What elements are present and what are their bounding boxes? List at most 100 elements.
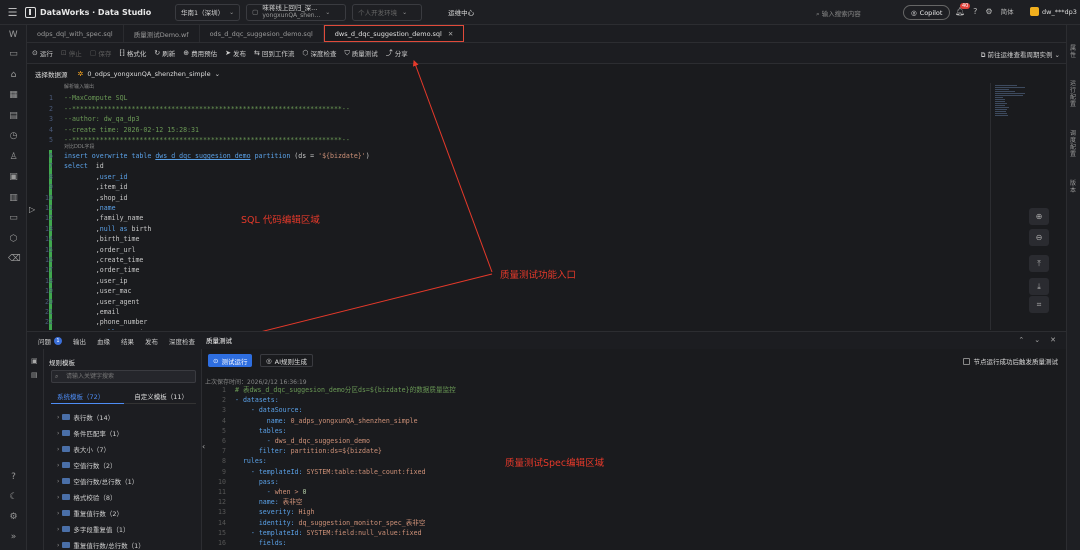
publish-button[interactable]: ➤ 发布 xyxy=(225,48,246,58)
tab-odps-dql[interactable]: odps_dql_with_spec.sql xyxy=(27,25,124,42)
cube-icon[interactable]: ⬡ xyxy=(8,234,19,245)
tab-quality-test[interactable]: 质量测试 xyxy=(206,332,232,350)
help-icon[interactable]: ? xyxy=(8,472,19,483)
format-button[interactable]: ⁅⁆ 格式化 xyxy=(119,48,146,58)
rightbar-item[interactable]: 调度配置 xyxy=(1070,130,1078,158)
parse-io-hint[interactable]: 解析输入输出 xyxy=(64,83,94,90)
seg-system-templates[interactable]: 系统模板（72） xyxy=(57,391,104,401)
dataworks-icon[interactable]: Ꮃ xyxy=(8,30,19,41)
ops-center-link[interactable]: 运维中心 xyxy=(448,7,474,17)
rule-category-item[interactable]: › 重复值行数（2） xyxy=(57,508,123,519)
tab-output[interactable]: 输出 xyxy=(73,332,86,350)
user-menu[interactable]: dw_***dp3 xyxy=(1030,7,1077,16)
env-dropdown[interactable]: 个人开发环境 ⌄ xyxy=(352,3,423,21)
trash-icon[interactable]: ⌫ xyxy=(8,254,21,265)
settings-icon[interactable]: ⚙ xyxy=(985,7,992,16)
gear-icon[interactable]: ⚙ xyxy=(8,512,19,523)
region-dropdown[interactable]: 华南1（深圳） ⌄ xyxy=(175,3,241,21)
code-token: partition xyxy=(250,152,295,160)
lang-switch[interactable]: 简体 xyxy=(1001,6,1014,16)
chevron-down-icon[interactable]: ⌄ xyxy=(1034,336,1040,344)
deep-check-button[interactable]: ⬡ 深度检查 xyxy=(302,48,336,58)
quality-test-button[interactable]: ⛉ 质量测试 xyxy=(344,48,377,59)
tab-ods-suggesion[interactable]: ods_d_dqc_suggesion_demo.sql xyxy=(200,25,324,42)
rule-category-item[interactable]: › 条件匹配率（1） xyxy=(57,428,123,439)
rule-category-item[interactable]: › 空值行数/总行数（1） xyxy=(57,476,138,487)
rule-category-item[interactable]: › 空值行数（2） xyxy=(57,460,117,471)
trigger-checkbox[interactable]: 节点运行成功后触发质量测试 xyxy=(962,356,1058,366)
workspace-dropdown[interactable]: ▢ 味蒋线上回归_深... yongxunQA_shen... ⌄ xyxy=(246,3,347,21)
ai-rule-button[interactable]: ◎ AI规则生成 xyxy=(260,354,314,367)
datasource-select[interactable]: ✲ 0_odps_yongxunQA_shenzhen_simple ⌄ xyxy=(78,70,221,78)
tab-lineage[interactable]: 血缘 xyxy=(97,332,110,350)
scroll-bottom-icon[interactable]: ⤓ xyxy=(1029,278,1049,295)
code-line: 6 insert overwrite table dws_d_dqc_sugges… xyxy=(27,151,990,161)
app-logo[interactable]: DataWorks · Data Studio xyxy=(25,6,175,18)
spec-text: - dws_d_dqc_suggesion_demo xyxy=(235,436,370,446)
tab-label: ods_d_dqc_suggesion_demo.sql xyxy=(209,29,313,38)
minimap-line xyxy=(995,101,1005,102)
user-icon[interactable]: ♙ xyxy=(8,152,19,163)
folder-icon[interactable]: ▭ xyxy=(8,49,19,60)
save-button[interactable]: ▢ 保存 xyxy=(90,48,112,58)
zoom-in-icon[interactable]: ⊕ xyxy=(1029,208,1049,225)
cost-estimate-button[interactable]: ⊕ 费用预估 xyxy=(183,48,217,58)
rule-category-item[interactable]: › 表大小（7） xyxy=(57,444,110,455)
tab-deep-check[interactable]: 深度检查 xyxy=(169,332,195,350)
doc-icon[interactable]: ▣ xyxy=(8,172,19,183)
rule-category-label: 多字段重复值（1） xyxy=(73,526,130,534)
code-text: ,user_id xyxy=(64,172,128,182)
rule-search-input[interactable]: ⌕ 请输入关键字搜索 xyxy=(51,370,196,383)
line-number: 13 xyxy=(218,508,226,517)
tab-publish[interactable]: 发布 xyxy=(145,332,158,350)
close-icon[interactable]: ✕ xyxy=(448,30,453,38)
tab-quality-demo[interactable]: 质量测试Demo.wf xyxy=(124,25,200,42)
moon-icon[interactable]: ☾ xyxy=(8,492,19,503)
test-run-button[interactable]: ⊙ 测试运行 xyxy=(208,354,253,367)
clock-icon[interactable]: ◷ xyxy=(8,131,19,142)
global-search[interactable]: ⌕ 输入搜索内容 xyxy=(816,8,861,19)
template-icon[interactable]: ▣ xyxy=(31,357,38,365)
back-to-workflow-button[interactable]: ⇆ 回到工作流 xyxy=(254,48,294,58)
run-button[interactable]: ⊙ 运行 xyxy=(32,48,53,58)
menu-icon[interactable]: ☰ xyxy=(0,6,25,19)
back-icon: ⇆ xyxy=(253,49,260,57)
scroll-top-icon[interactable]: ⤒ xyxy=(1029,255,1049,272)
copilot-label: Copilot xyxy=(919,8,943,17)
table-icon[interactable]: ▦ xyxy=(8,90,19,101)
share-button[interactable]: ⤴ 分享 xyxy=(386,48,408,58)
message-icon[interactable]: ▭ xyxy=(8,213,19,224)
home-icon[interactable]: ⌂ xyxy=(8,70,19,81)
spec-text: - when > 0 xyxy=(235,487,307,497)
close-icon[interactable]: ✕ xyxy=(1050,336,1056,344)
rightbar-item[interactable]: 运行配置 xyxy=(1070,80,1078,108)
rule-category-item[interactable]: › 重复值行数/总行数（1） xyxy=(57,540,145,550)
rule-category-item[interactable]: › 表行数（14） xyxy=(57,412,114,423)
spec-area-annotation: 质量测试Spec编辑区域 xyxy=(505,458,605,469)
refresh-button[interactable]: ↻ 刷新 xyxy=(154,48,175,58)
chart-icon[interactable]: ▥ xyxy=(8,193,19,204)
code-token: insert overwrite table xyxy=(64,152,156,160)
sql-editor[interactable]: 解析输入输出 对比DDL字段 ▷ 1 --MaxCompute SQL 2 --***… xyxy=(27,83,990,330)
help-icon[interactable]: ? xyxy=(973,7,977,16)
tab-result[interactable]: 结果 xyxy=(121,332,134,350)
stop-button[interactable]: ⊡ 停止 xyxy=(61,48,82,58)
tab-dws-suggestion[interactable]: dws_d_dqc_suggestion_demo.sql ✕ xyxy=(323,25,465,42)
seg-custom-templates[interactable]: 自定义模板（11） xyxy=(134,391,188,401)
grid-icon[interactable]: ▤ xyxy=(8,111,19,122)
code-text: ,name xyxy=(64,203,116,213)
zoom-out-icon[interactable]: ⊖ xyxy=(1029,229,1049,246)
rightbar-item[interactable]: 属性 xyxy=(1070,45,1078,59)
collapse-icon[interactable]: » xyxy=(8,532,19,543)
code-token: , xyxy=(64,172,100,181)
chevron-up-icon[interactable]: ⌃ xyxy=(1018,336,1024,344)
ops-instance-link[interactable]: ⧉ 前往运维查看周期实例 ⌄ xyxy=(981,49,1060,60)
rule-category-item[interactable]: › 多字段重复值（1） xyxy=(57,524,130,535)
rule-category-item[interactable]: › 格式校验（8） xyxy=(57,492,117,503)
list-icon[interactable]: ▤ xyxy=(31,371,38,379)
minimap[interactable] xyxy=(990,83,1066,330)
tab-problems[interactable]: 问题 1 xyxy=(38,332,62,350)
rightbar-item[interactable]: 版本 xyxy=(1070,180,1078,194)
copilot-button[interactable]: ◎ Copilot xyxy=(903,5,951,20)
fit-screen-icon[interactable]: ⌗ xyxy=(1029,296,1049,313)
